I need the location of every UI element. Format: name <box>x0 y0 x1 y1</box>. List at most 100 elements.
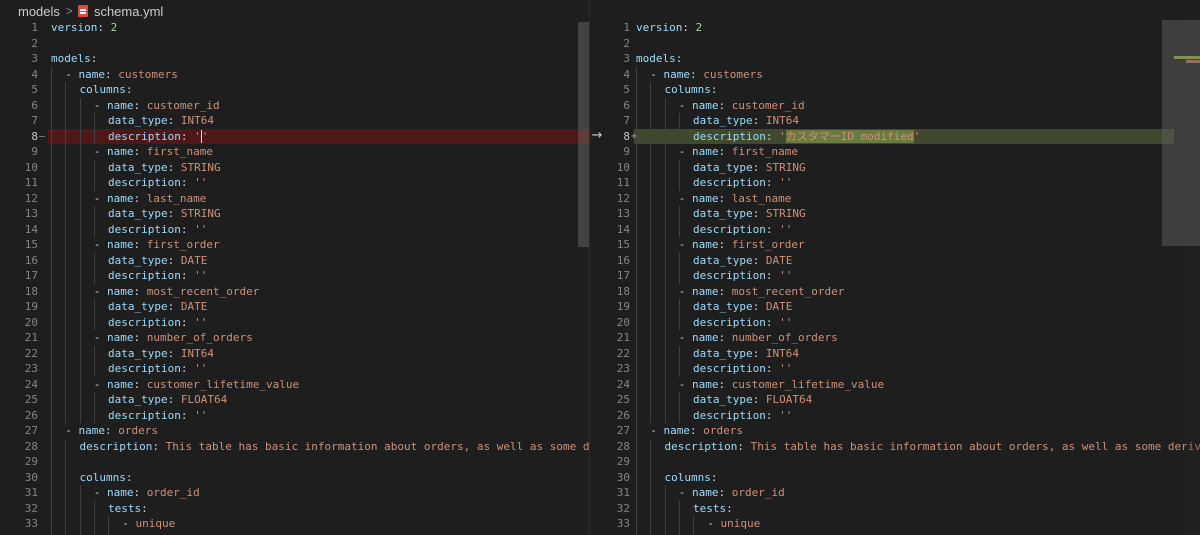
code-line[interactable]: 19 data_type: DATE <box>590 299 1200 315</box>
code-line[interactable]: 34 <box>590 531 1200 535</box>
code-line[interactable]: 12 - name: last_name <box>590 190 1200 206</box>
minimap-slider[interactable] <box>1162 20 1200 246</box>
code-line[interactable]: 9 - name: first_name <box>0 144 590 160</box>
code-line[interactable]: 32 tests: <box>0 500 590 516</box>
code-line[interactable]: 4 - name: customers <box>0 66 590 82</box>
code-line[interactable]: 25 data_type: FLOAT64 <box>0 392 590 408</box>
left-scrollbar[interactable] <box>578 22 589 247</box>
code-line[interactable]: 7 data_type: INT64 <box>0 113 590 129</box>
code-line[interactable]: 15 - name: first_order <box>0 237 590 253</box>
code-line[interactable]: 21 - name: number_of_orders <box>590 330 1200 346</box>
code-text: data_type: INT64 <box>51 113 214 129</box>
code-line[interactable]: 20 description: '' <box>0 314 590 330</box>
yaml-value: '' <box>194 176 208 189</box>
code-line[interactable]: 22 data_type: INT64 <box>590 345 1200 361</box>
code-line[interactable]: 32 tests: <box>590 500 1200 516</box>
code-line[interactable]: 11 description: '' <box>0 175 590 191</box>
yaml-value: first_name <box>731 145 798 158</box>
code-line[interactable]: 27 - name: orders <box>590 423 1200 439</box>
code-line[interactable]: 24 - name: customer_lifetime_value <box>0 376 590 392</box>
code-line[interactable]: 30 columns: <box>0 469 590 485</box>
code-text: - name: first_name <box>51 144 213 160</box>
code-line[interactable]: 5 columns: <box>590 82 1200 98</box>
code-line[interactable]: 27 - name: orders <box>0 423 590 439</box>
code-line[interactable]: 10 data_type: STRING <box>590 159 1200 175</box>
code-line[interactable]: 24 - name: customer_lifetime_value <box>590 376 1200 392</box>
code-line[interactable]: 3 models: <box>0 51 590 67</box>
code-line[interactable]: 13 data_type: STRING <box>590 206 1200 222</box>
yaml-value: order_id <box>731 486 785 499</box>
diff-editor[interactable]: models > schema.yml 1 version: 2 2 3 models:… <box>0 0 1200 535</box>
code-line[interactable]: 14 description: '' <box>590 221 1200 237</box>
code-line[interactable]: 30 columns: <box>590 469 1200 485</box>
code-line[interactable]: 7 data_type: INT64 <box>590 113 1200 129</box>
code-line[interactable]: 25 data_type: FLOAT64 <box>590 392 1200 408</box>
original-pane[interactable]: 1 version: 2 2 3 models: 4 - name: customers 5… <box>0 0 590 535</box>
code-line[interactable]: 13 data_type: STRING <box>0 206 590 222</box>
modified-pane[interactable]: 1 version: 2 2 3 models: 4 - name: customers 5… <box>590 0 1200 535</box>
code-text: data_type: FLOAT64 <box>51 392 227 408</box>
code-line[interactable]: 33 - unique <box>0 516 590 532</box>
code-line[interactable]: 16 data_type: DATE <box>0 252 590 268</box>
code-line[interactable]: 23 description: '' <box>590 361 1200 377</box>
code-line[interactable]: 12 - name: last_name <box>0 190 590 206</box>
code-line[interactable]: 17 description: '' <box>0 268 590 284</box>
line-number: 12 <box>616 191 630 205</box>
code-line[interactable]: 8 + description: 'カスタマーID modified' <box>590 128 1200 144</box>
code-line[interactable]: 22 data_type: INT64 <box>0 345 590 361</box>
code-line[interactable]: 18 - name: most_recent_order <box>0 283 590 299</box>
code-line[interactable]: 1 version: 2 <box>0 20 590 36</box>
code-line[interactable]: 29 <box>590 454 1200 470</box>
code-line[interactable]: 26 description: '' <box>0 407 590 423</box>
code-line[interactable]: 16 data_type: DATE <box>590 252 1200 268</box>
code-line[interactable]: 28 description: This table has basic inf… <box>0 438 590 454</box>
yaml-punctuation: - <box>678 331 692 344</box>
code-line[interactable]: 14 description: '' <box>0 221 590 237</box>
code-line[interactable]: 31 - name: order_id <box>590 485 1200 501</box>
code-line[interactable]: 34 <box>0 531 590 535</box>
code-line[interactable]: 4 - name: customers <box>590 66 1200 82</box>
code-line[interactable]: 31 - name: order_id <box>0 485 590 501</box>
modified-code-lines[interactable]: 1 version: 2 2 3 models: 4 - name: customers 5… <box>590 20 1200 535</box>
line-number: 34 <box>0 532 38 535</box>
code-line[interactable]: 20 description: '' <box>590 314 1200 330</box>
minimap-change-marker <box>1186 60 1200 63</box>
line-number: 7 <box>623 114 630 127</box>
code-line[interactable]: 10 data_type: STRING <box>0 159 590 175</box>
code-line[interactable]: 8— description: '' <box>0 128 590 144</box>
code-line[interactable]: 23 description: '' <box>0 361 590 377</box>
revert-arrow-icon[interactable]: → <box>590 128 604 144</box>
code-line[interactable]: 2 <box>590 36 1200 52</box>
yaml-value: ' <box>779 129 786 143</box>
code-line[interactable]: 21 - name: number_of_orders <box>0 330 590 346</box>
code-line[interactable]: 2 <box>0 36 590 52</box>
yaml-value: customers <box>118 67 178 81</box>
code-line[interactable]: 6 - name: customer_id <box>0 97 590 113</box>
code-line[interactable]: 28 description: This table has basic inf… <box>590 438 1200 454</box>
code-line[interactable]: 17 description: '' <box>590 268 1200 284</box>
code-line[interactable]: 11 description: '' <box>590 175 1200 191</box>
code-line[interactable]: 6 - name: customer_id <box>590 97 1200 113</box>
yaml-punctuation: : <box>167 207 181 220</box>
line-number: 33 <box>616 517 630 530</box>
code-line[interactable]: 15 - name: first_order <box>590 237 1200 253</box>
code-line[interactable]: 26 description: '' <box>590 407 1200 423</box>
code-line[interactable]: 9 - name: first_name <box>590 144 1200 160</box>
code-line[interactable]: 19 data_type: DATE <box>0 299 590 315</box>
code-line[interactable]: 3 models: <box>590 51 1200 67</box>
yaml-key: name <box>663 424 691 437</box>
code-line[interactable]: 18 - name: most_recent_order <box>590 283 1200 299</box>
code-line[interactable]: 5 columns: <box>0 82 590 98</box>
code-line[interactable]: 1 version: 2 <box>590 20 1200 36</box>
original-code-lines[interactable]: 1 version: 2 2 3 models: 4 - name: customers 5… <box>0 20 590 535</box>
yaml-key: description <box>693 269 766 282</box>
code-line[interactable]: 29 <box>0 454 590 470</box>
code-line[interactable]: 33 - unique <box>590 516 1200 532</box>
